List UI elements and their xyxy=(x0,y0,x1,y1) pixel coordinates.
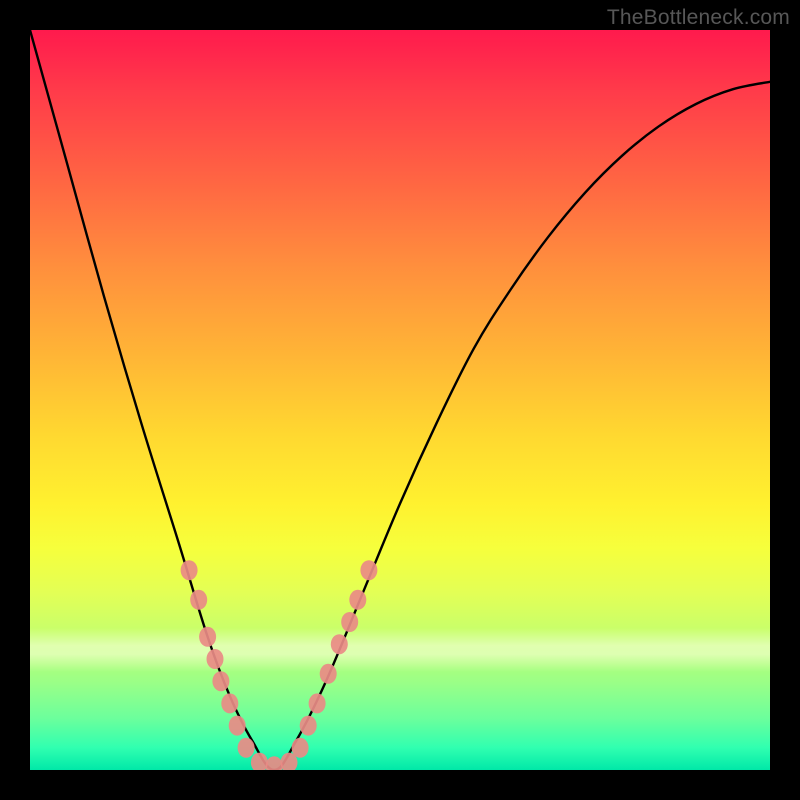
bottleneck-curve-path xyxy=(30,30,770,770)
highlight-dot xyxy=(212,671,229,691)
highlight-dot xyxy=(190,590,207,610)
highlight-dot xyxy=(207,649,224,669)
chart-svg xyxy=(30,30,770,770)
highlight-dot xyxy=(341,612,358,632)
highlight-dots-group xyxy=(181,560,378,770)
bottleneck-curve xyxy=(30,30,770,770)
chart-frame xyxy=(30,30,770,770)
highlight-dot xyxy=(266,756,283,770)
highlight-dot xyxy=(238,738,255,758)
highlight-dot xyxy=(320,664,337,684)
highlight-dot xyxy=(181,560,198,580)
highlight-dot xyxy=(199,627,216,647)
highlight-dot xyxy=(300,716,317,736)
highlight-dot xyxy=(349,590,366,610)
highlight-dot xyxy=(331,634,348,654)
highlight-dot xyxy=(251,753,268,770)
highlight-dot xyxy=(360,560,377,580)
highlight-dot xyxy=(221,693,238,713)
highlight-dot xyxy=(229,716,246,736)
highlight-dot xyxy=(309,693,326,713)
watermark-text: TheBottleneck.com xyxy=(607,6,790,30)
highlight-dot xyxy=(292,738,309,758)
